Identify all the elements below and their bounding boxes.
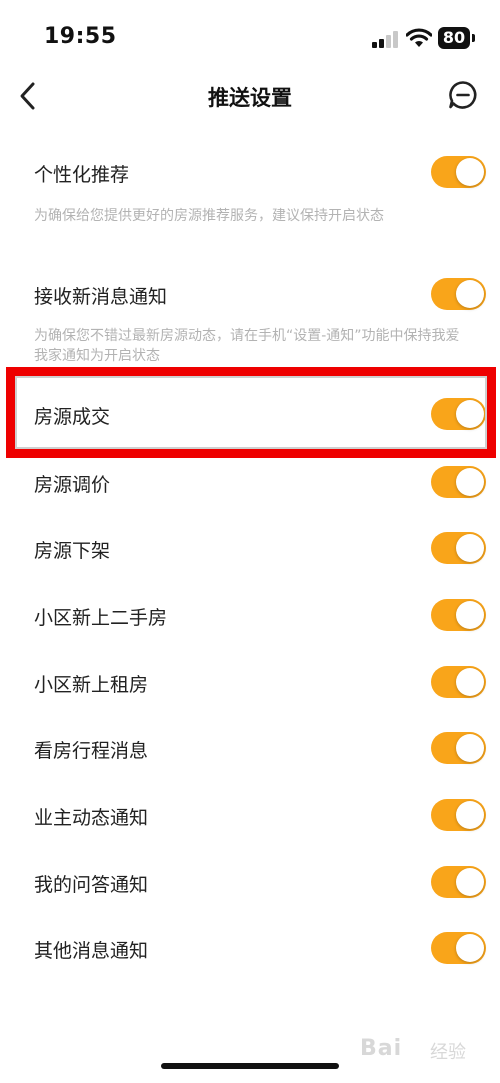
setting-hint: 为确保给您提供更好的房源推荐服务，建议保持开启状态: [34, 208, 384, 224]
toggle-switch[interactable]: [431, 866, 486, 898]
cellular-signal-icon: [372, 30, 400, 48]
setting-label: 接收新消息通知: [34, 286, 168, 308]
toggle-knob: [456, 801, 484, 829]
toggle-switch[interactable]: [431, 278, 486, 310]
highlight-box: [6, 367, 496, 458]
setting-row-item: 房源调价: [0, 464, 500, 504]
toggle-switch[interactable]: [431, 466, 486, 498]
setting-row-new-message: 接收新消息通知: [0, 276, 500, 316]
toggle-knob: [456, 734, 484, 762]
toggle-switch[interactable]: [431, 156, 486, 188]
setting-label: 业主动态通知: [34, 807, 149, 829]
setting-label: 房源下架: [34, 540, 111, 562]
toggle-knob: [456, 868, 484, 896]
wifi-icon: [406, 28, 432, 47]
toggle-switch[interactable]: [431, 932, 486, 964]
setting-label: 个性化推荐: [34, 164, 130, 186]
status-bar: 19:55 80: [0, 0, 500, 78]
setting-hint: 为确保您不错过最新房源动态，请在手机“设置-通知”功能中保持我爱我家通知为开启状…: [34, 328, 460, 364]
setting-label: 小区新上二手房: [34, 607, 168, 629]
toggle-knob: [456, 601, 484, 629]
toggle-switch[interactable]: [431, 532, 486, 564]
toggle-knob: [456, 158, 484, 186]
watermark-suffix: 经验: [430, 1042, 466, 1063]
setting-row-personalized: 个性化推荐: [0, 154, 500, 194]
nav-bar: 推送设置: [0, 78, 500, 118]
toggle-switch[interactable]: [431, 599, 486, 631]
message-icon[interactable]: [448, 80, 478, 110]
toggle-knob: [456, 534, 484, 562]
setting-row-item: 房源下架: [0, 530, 500, 570]
watermark-brand: Bai: [360, 1036, 403, 1061]
setting-row-item: 看房行程消息: [0, 730, 500, 770]
status-time: 19:55: [44, 24, 117, 49]
setting-label: 房源调价: [34, 474, 111, 496]
setting-row-item: 其他消息通知: [0, 930, 500, 970]
toggle-switch[interactable]: [431, 732, 486, 764]
toggle-knob: [456, 468, 484, 496]
setting-row-item: 我的问答通知: [0, 864, 500, 904]
page-title: 推送设置: [208, 86, 292, 110]
toggle-knob: [456, 934, 484, 962]
toggle-switch[interactable]: [431, 666, 486, 698]
setting-label: 小区新上租房: [34, 674, 149, 696]
setting-row-item: 小区新上租房: [0, 664, 500, 704]
setting-row-item: 小区新上二手房: [0, 597, 500, 637]
setting-label: 我的问答通知: [34, 874, 149, 896]
battery-indicator: 80: [438, 27, 470, 49]
setting-row-item: 业主动态通知: [0, 797, 500, 837]
toggle-knob: [456, 280, 484, 308]
toggle-switch[interactable]: [431, 799, 486, 831]
home-indicator[interactable]: [161, 1063, 339, 1069]
setting-label: 看房行程消息: [34, 740, 149, 762]
toggle-knob: [456, 668, 484, 696]
battery-tip: [472, 34, 475, 42]
setting-label: 其他消息通知: [34, 940, 149, 962]
watermark: Bai 经验: [350, 1030, 480, 1070]
